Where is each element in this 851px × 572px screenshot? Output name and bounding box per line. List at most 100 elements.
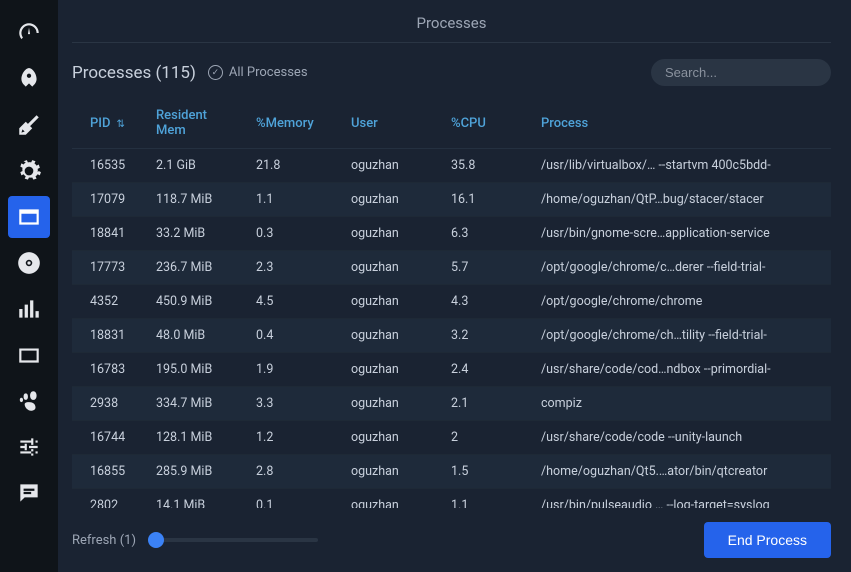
col-header-mem[interactable]: Resident Mem — [144, 98, 244, 149]
nav-feedback[interactable] — [8, 472, 50, 514]
cell-pid: 16744 — [72, 421, 144, 455]
all-processes-label: All Processes — [229, 65, 308, 80]
cell-cpu: 5.7 — [439, 251, 529, 285]
process-table-wrap: PID⇅ Resident Mem %Memory User %CPU Proc… — [72, 98, 831, 508]
cell-pid: 18841 — [72, 217, 144, 251]
cell-mem: 285.9 MiB — [144, 455, 244, 489]
cell-proc: /usr/share/code/cod…ndbox --primordial- — [529, 353, 831, 387]
cell-user: oguzhan — [339, 455, 439, 489]
cell-pmem: 1.1 — [244, 183, 339, 217]
nav-startup[interactable] — [8, 58, 50, 100]
cell-cpu: 35.8 — [439, 149, 529, 183]
nav-dashboard[interactable] — [8, 12, 50, 54]
cell-user: oguzhan — [339, 251, 439, 285]
refresh-label: Refresh (1) — [72, 533, 136, 548]
table-row[interactable]: 16855285.9 MiB2.8oguzhan1.5/home/oguzhan… — [72, 455, 831, 489]
gnome-foot-icon — [16, 388, 42, 414]
cell-cpu: 4.3 — [439, 285, 529, 319]
nav-services[interactable] — [8, 150, 50, 192]
cell-cpu: 2.4 — [439, 353, 529, 387]
cell-pid: 17079 — [72, 183, 144, 217]
process-count: Processes (115) — [72, 63, 196, 83]
cell-pid: 4352 — [72, 285, 144, 319]
dashboard-gauge-icon — [16, 20, 42, 46]
process-table: PID⇅ Resident Mem %Memory User %CPU Proc… — [72, 98, 831, 508]
table-row[interactable]: 280214.1 MiB0.1oguzhan1.1/usr/bin/pulsea… — [72, 489, 831, 509]
cell-pid: 16535 — [72, 149, 144, 183]
cell-cpu: 1.1 — [439, 489, 529, 509]
cell-user: oguzhan — [339, 183, 439, 217]
cell-mem: 118.7 MiB — [144, 183, 244, 217]
table-row[interactable]: 1884133.2 MiB0.3oguzhan6.3/usr/bin/gnome… — [72, 217, 831, 251]
cell-pmem: 0.3 — [244, 217, 339, 251]
cell-pid: 16855 — [72, 455, 144, 489]
end-process-button[interactable]: End Process — [704, 522, 831, 558]
cell-proc: /usr/share/code/code --unity-launch — [529, 421, 831, 455]
cell-mem: 2.1 GiB — [144, 149, 244, 183]
sort-desc-icon: ⇅ — [116, 119, 124, 130]
cell-mem: 334.7 MiB — [144, 387, 244, 421]
cell-pid: 2802 — [72, 489, 144, 509]
col-header-cpu[interactable]: %CPU — [439, 98, 529, 149]
cell-cpu: 1.5 — [439, 455, 529, 489]
col-header-proc[interactable]: Process — [529, 98, 831, 149]
cell-proc: /usr/bin/gnome-scre…application-service — [529, 217, 831, 251]
col-header-user[interactable]: User — [339, 98, 439, 149]
table-row[interactable]: 4352450.9 MiB4.5oguzhan4.3/opt/google/ch… — [72, 285, 831, 319]
cell-pmem: 4.5 — [244, 285, 339, 319]
cell-pmem: 1.9 — [244, 353, 339, 387]
cell-pmem: 21.8 — [244, 149, 339, 183]
cell-cpu: 2.1 — [439, 387, 529, 421]
table-row[interactable]: 2938334.7 MiB3.3oguzhan2.1compiz — [72, 387, 831, 421]
nav-resources[interactable] — [8, 288, 50, 330]
slider-thumb[interactable] — [148, 532, 164, 548]
nav-settings[interactable] — [8, 426, 50, 468]
gear-icon — [16, 158, 42, 184]
nav-gnome[interactable] — [8, 380, 50, 422]
sliders-icon — [16, 434, 42, 460]
nav-packages[interactable] — [8, 334, 50, 376]
refresh-slider[interactable] — [148, 538, 318, 542]
cell-proc: /usr/lib/virtualbox/… --startvm 400c5bdd… — [529, 149, 831, 183]
all-processes-toggle[interactable]: ✓ All Processes — [208, 65, 308, 80]
table-row[interactable]: 17079118.7 MiB1.1oguzhan16.1/home/oguzha… — [72, 183, 831, 217]
cell-mem: 450.9 MiB — [144, 285, 244, 319]
cell-mem: 33.2 MiB — [144, 217, 244, 251]
package-icon — [16, 342, 42, 368]
cell-user: oguzhan — [339, 217, 439, 251]
cell-user: oguzhan — [339, 489, 439, 509]
table-row[interactable]: 165352.1 GiB21.8oguzhan35.8/usr/lib/virt… — [72, 149, 831, 183]
nav-uninstaller[interactable] — [8, 242, 50, 284]
cell-cpu: 3.2 — [439, 319, 529, 353]
cell-mem: 48.0 MiB — [144, 319, 244, 353]
nav-cleaner[interactable] — [8, 104, 50, 146]
cell-mem: 195.0 MiB — [144, 353, 244, 387]
col-header-pmem[interactable]: %Memory — [244, 98, 339, 149]
cell-pid: 16783 — [72, 353, 144, 387]
search-input[interactable] — [665, 65, 841, 80]
table-row[interactable]: 1883148.0 MiB0.4oguzhan3.2/opt/google/ch… — [72, 319, 831, 353]
cell-proc: /home/oguzhan/Qt5.…ator/bin/qtcreator — [529, 455, 831, 489]
cell-pmem: 0.1 — [244, 489, 339, 509]
table-row[interactable]: 16783195.0 MiB1.9oguzhan2.4/usr/share/co… — [72, 353, 831, 387]
cell-proc: /opt/google/chrome/c…derer --field-trial… — [529, 251, 831, 285]
cell-user: oguzhan — [339, 285, 439, 319]
cell-proc: /home/oguzhan/QtP…bug/stacer/stacer — [529, 183, 831, 217]
cell-user: oguzhan — [339, 149, 439, 183]
broom-icon — [16, 112, 42, 138]
search-box[interactable] — [651, 59, 831, 86]
cell-pmem: 3.3 — [244, 387, 339, 421]
table-row[interactable]: 17773236.7 MiB2.3oguzhan5.7/opt/google/c… — [72, 251, 831, 285]
table-row[interactable]: 16744128.1 MiB1.2oguzhan2/usr/share/code… — [72, 421, 831, 455]
cell-user: oguzhan — [339, 387, 439, 421]
col-header-pid[interactable]: PID⇅ — [72, 98, 144, 149]
cell-pid: 2938 — [72, 387, 144, 421]
cell-pid: 17773 — [72, 251, 144, 285]
cell-user: oguzhan — [339, 353, 439, 387]
page-title: Processes — [72, 0, 831, 43]
nav-processes[interactable] — [8, 196, 50, 238]
sidebar — [0, 0, 58, 572]
cell-user: oguzhan — [339, 421, 439, 455]
cell-proc: /opt/google/chrome/ch…tility --field-tri… — [529, 319, 831, 353]
cell-pmem: 1.2 — [244, 421, 339, 455]
